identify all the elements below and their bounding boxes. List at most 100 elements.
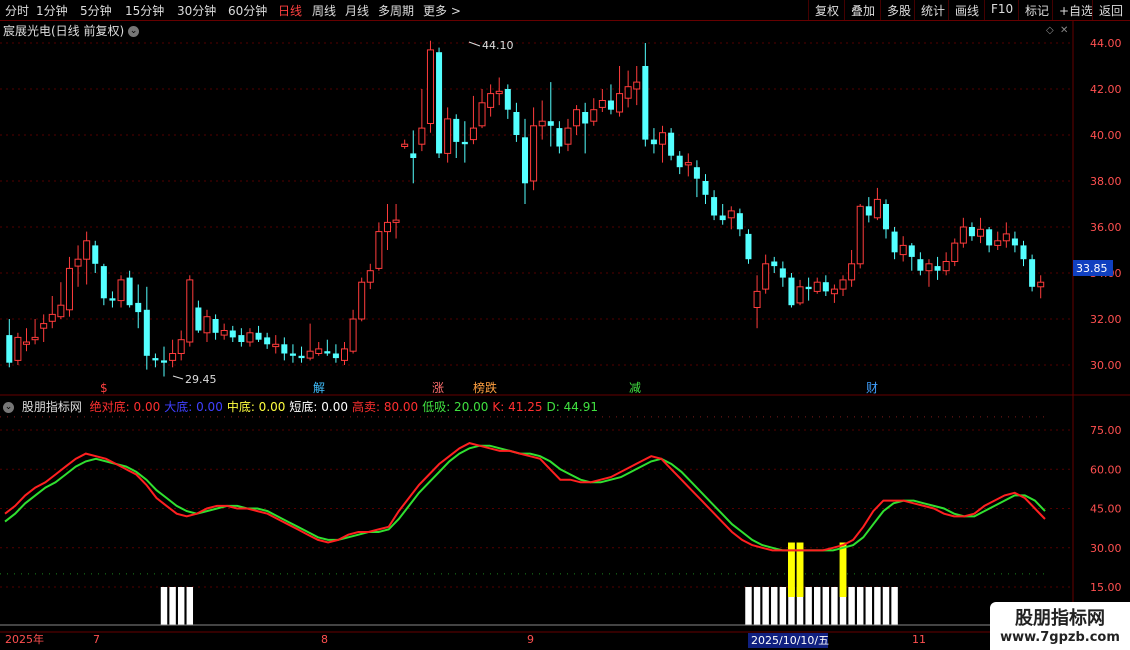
tab-1min[interactable]: 1分钟 — [36, 2, 68, 19]
candle-body — [126, 277, 133, 306]
candle-body — [264, 337, 271, 345]
stock-title[interactable]: 宸展光电(日线 前复权) ⌄ — [3, 22, 140, 39]
candle-body — [117, 279, 125, 302]
tab-5min[interactable]: 5分钟 — [80, 2, 112, 19]
chevron-down-icon[interactable]: ⌄ — [128, 26, 140, 37]
candle-body — [195, 307, 202, 331]
indicator-item: 绝对底: 0.00 — [89, 400, 161, 414]
candle-body — [161, 360, 168, 363]
candle-body — [6, 335, 13, 363]
candle-body — [719, 215, 726, 221]
indicator-item: 低吸: 20.00 — [422, 400, 489, 414]
stats-button[interactable]: 统计 — [914, 0, 951, 20]
close-icon[interactable]: ✕ — [1060, 25, 1068, 36]
candle-body — [220, 330, 228, 336]
price-tick-label: 40.00 — [1090, 129, 1122, 142]
tab-30min[interactable]: 30分钟 — [177, 2, 216, 19]
candle-body — [229, 330, 236, 338]
back-button[interactable]: 返回 — [1092, 0, 1129, 20]
indicator-item: 大底: 0.00 — [164, 400, 223, 414]
watermark: 股朋指标网 www.7gpzb.com — [990, 602, 1130, 650]
candle-body — [968, 227, 975, 237]
candle-body — [306, 350, 314, 359]
indicator-item: 高卖: 80.00 — [351, 400, 419, 414]
price-tick-label: 36.00 — [1090, 221, 1122, 234]
candle-body — [684, 162, 692, 166]
event-marker: 减 — [629, 381, 641, 395]
candle-body — [899, 244, 907, 256]
candle-body — [349, 318, 357, 352]
candle-body — [564, 127, 572, 145]
signal-bar — [177, 587, 185, 625]
candle-body — [547, 121, 554, 126]
candle-body — [74, 258, 82, 267]
candle-body — [22, 341, 30, 345]
tab-daily[interactable]: 日线 — [278, 2, 302, 19]
candle-body — [771, 261, 778, 267]
mark-button[interactable]: 标记 — [1018, 0, 1055, 20]
candle-body — [951, 242, 959, 263]
candle-body — [65, 267, 73, 311]
candle-body — [727, 210, 735, 219]
date-label: 11 — [912, 633, 926, 646]
event-marker: $ — [100, 381, 108, 395]
candle-body — [822, 282, 829, 292]
candle-body — [358, 281, 366, 320]
signal-bar — [169, 587, 176, 625]
overlay-button[interactable]: 叠加 — [844, 0, 881, 20]
f10-button[interactable]: F10 — [984, 0, 1019, 20]
signal-bar-yellow — [788, 542, 795, 597]
candle-body — [650, 139, 657, 145]
tab-weekly[interactable]: 周线 — [312, 2, 336, 19]
signal-bar — [186, 587, 194, 625]
price-pane: ◇ ✕ 44.00 42.00 40.00 38.00 36.00 34.00 32.00 3… — [0, 21, 1130, 632]
diamond-icon[interactable]: ◇ — [1046, 25, 1054, 36]
signal-bar — [822, 587, 830, 625]
tab-multi-period[interactable]: 多周期 — [378, 2, 414, 19]
event-marker: 涨 — [432, 380, 444, 395]
tab-15min[interactable]: 15分钟 — [125, 2, 164, 19]
candle-body — [607, 100, 614, 110]
candle-body — [693, 167, 700, 179]
kd-tick-label: 75.00 — [1090, 424, 1122, 437]
candle-body — [796, 286, 804, 304]
candle-body — [461, 141, 468, 145]
signal-bar — [848, 587, 855, 625]
current-price-label: 33.85 — [1076, 262, 1108, 275]
candle-body — [865, 206, 872, 216]
candle-body — [1029, 259, 1036, 287]
k-line — [4, 442, 1046, 552]
period-toolbar: 分时 1分钟 5分钟 15分钟 30分钟 60分钟 日线 周线 月线 多周期 更… — [0, 0, 1130, 21]
candle-body — [642, 66, 649, 140]
signal-bar — [762, 587, 769, 625]
candle-body — [788, 277, 795, 306]
signal-bar — [865, 587, 873, 625]
tab-more[interactable]: 更多 > — [423, 2, 461, 19]
signal-bar — [160, 587, 168, 625]
candle-body — [762, 263, 770, 290]
candle-body — [917, 259, 924, 271]
selected-date: 2025/10/10/五 — [751, 634, 829, 647]
indicator-name[interactable]: 股朋指标网 — [22, 400, 82, 414]
candle-body — [986, 229, 993, 246]
candle-body — [426, 49, 434, 124]
candle-body — [14, 336, 22, 361]
tab-monthly[interactable]: 月线 — [345, 2, 369, 19]
candle-body — [753, 290, 761, 308]
adjust-button[interactable]: 复权 — [808, 0, 845, 20]
event-marker: 榜跌 — [473, 380, 497, 395]
tab-60min[interactable]: 60分钟 — [228, 2, 267, 19]
date-label: 8 — [321, 633, 328, 646]
chevron-down-icon[interactable]: ⌄ — [3, 402, 14, 413]
draw-button[interactable]: 画线 — [948, 0, 985, 20]
candle-body — [624, 86, 632, 99]
tab-minute[interactable]: 分时 — [5, 2, 29, 19]
price-tick-label: 38.00 — [1090, 175, 1122, 188]
multi-stock-button[interactable]: 多股 — [880, 0, 917, 20]
candle-body — [676, 155, 683, 168]
candle-body — [375, 231, 383, 269]
candle-body — [410, 153, 417, 158]
signal-bar-yellow — [796, 542, 804, 597]
candle-body — [186, 279, 194, 343]
candle-body — [891, 231, 898, 253]
